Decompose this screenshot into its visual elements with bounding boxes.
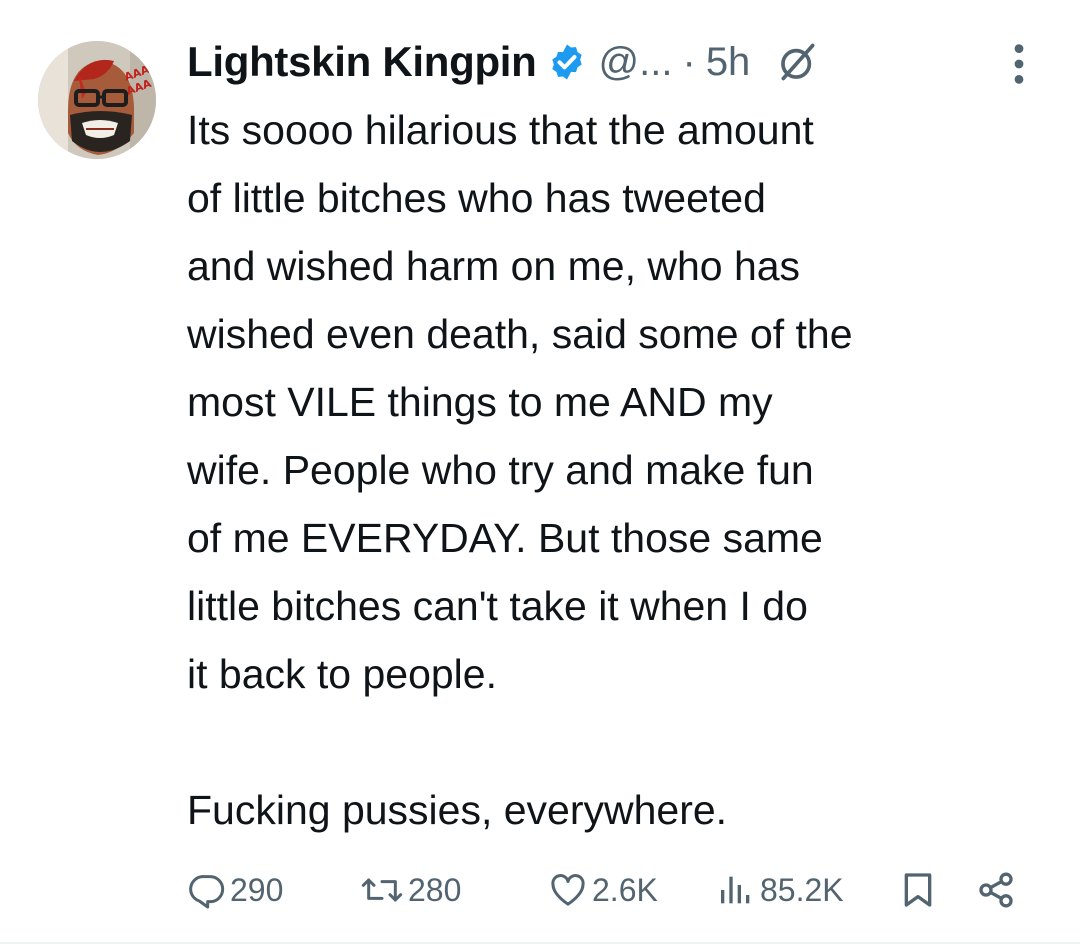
- tweet-text: Its soooo hilarious that the amount of l…: [187, 107, 853, 833]
- reply-icon: [189, 875, 225, 909]
- bookmark-icon: [904, 873, 932, 907]
- avatar[interactable]: ААА ААА: [38, 41, 156, 159]
- views-button[interactable]: 85.2K: [716, 862, 844, 918]
- action-bar: 290 280 2.6K 85.2K: [186, 862, 1046, 918]
- views-chart-icon: [721, 876, 750, 904]
- timestamp[interactable]: 5h: [706, 40, 751, 85]
- share-icon: [979, 872, 1013, 908]
- like-count: 2.6K: [592, 871, 658, 908]
- view-count: 85.2K: [760, 871, 844, 908]
- separator-dot: ·: [682, 39, 696, 84]
- tweet-header: Lightskin Kingpin @... · 5h: [187, 34, 820, 90]
- tweet[interactable]: ААА ААА Lightskin Kingpin @... · 5h Its …: [0, 0, 1080, 950]
- divider: [0, 942, 1080, 944]
- repost-count: 280: [408, 871, 462, 908]
- bookmark-button[interactable]: [898, 862, 938, 918]
- repost-icon: [361, 878, 403, 902]
- verified-badge-icon[interactable]: [547, 42, 587, 82]
- more-options-icon[interactable]: [1008, 42, 1030, 86]
- share-button[interactable]: [976, 862, 1016, 918]
- reply-button[interactable]: 290: [186, 862, 283, 918]
- like-button[interactable]: 2.6K: [548, 862, 658, 918]
- repost-button[interactable]: 280: [360, 862, 461, 918]
- grok-icon[interactable]: [776, 40, 820, 84]
- avatar-image: ААА ААА: [38, 41, 156, 159]
- user-handle[interactable]: @...: [599, 40, 673, 85]
- reply-count: 290: [230, 871, 284, 908]
- display-name[interactable]: Lightskin Kingpin: [187, 38, 537, 86]
- heart-icon: [551, 874, 585, 906]
